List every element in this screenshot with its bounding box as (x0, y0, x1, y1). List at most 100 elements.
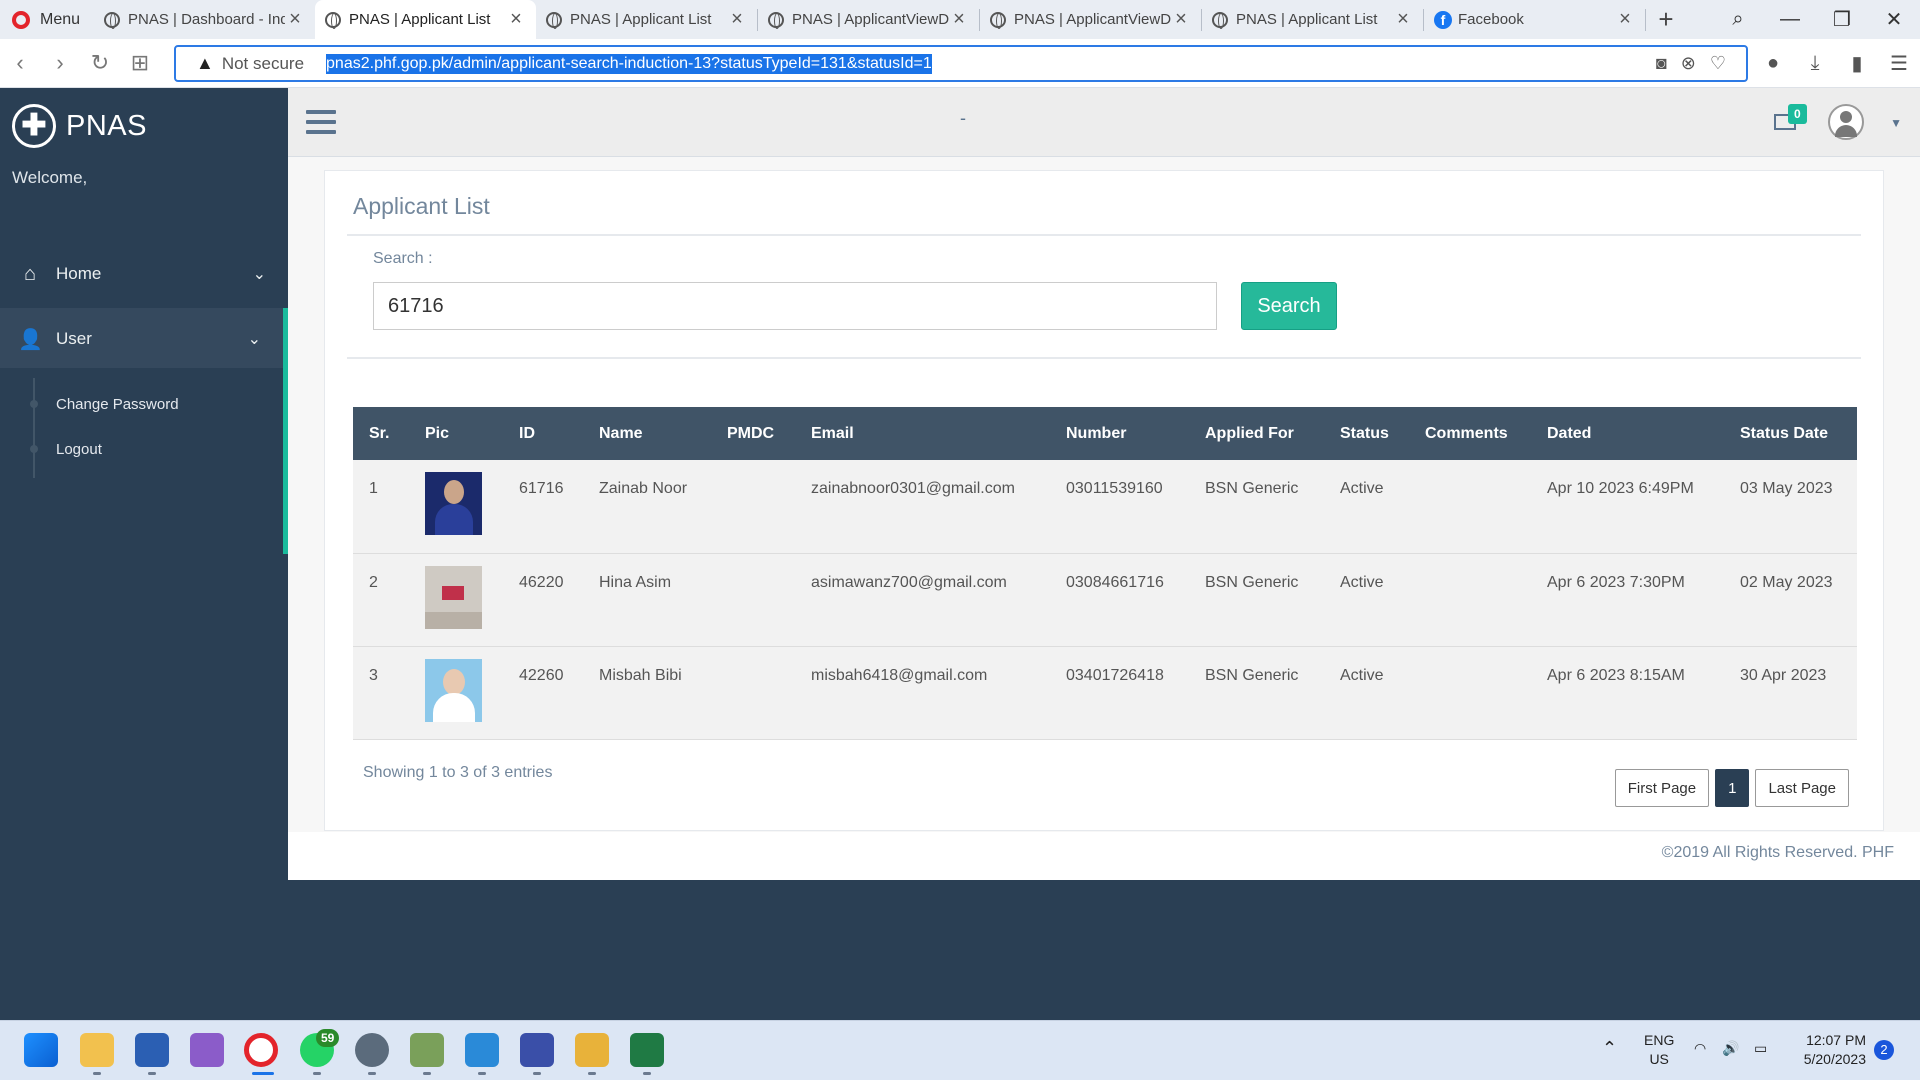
close-tab-icon[interactable]: × (506, 8, 526, 31)
notification-count-badge[interactable]: 2 (1874, 1040, 1894, 1060)
search-tabs-icon[interactable]: ⌕ (1712, 8, 1764, 31)
browser-tab[interactable]: PNAS | ApplicantViewD × (758, 0, 979, 39)
column-header-status-date[interactable]: Status Date (1724, 407, 1857, 460)
applicant-photo[interactable] (425, 565, 482, 629)
close-tab-icon[interactable]: × (285, 8, 305, 31)
brand[interactable]: ✚ PNAS (12, 104, 147, 148)
minimize-icon[interactable]: — (1764, 8, 1816, 31)
file-explorer-icon[interactable] (80, 1033, 114, 1067)
last-page-button[interactable]: Last Page (1755, 769, 1849, 807)
close-tab-icon[interactable]: × (727, 8, 747, 31)
volume-icon[interactable]: 🔊 (1722, 1039, 1739, 1058)
cell-status-date: 30 Apr 2023 (1724, 646, 1857, 740)
opera-taskbar-icon[interactable] (244, 1033, 278, 1067)
facebook-icon: f (1434, 10, 1452, 29)
column-header-status[interactable]: Status (1324, 407, 1409, 460)
cell-status-date: 02 May 2023 (1724, 553, 1857, 647)
profile-icon[interactable]: ● (1752, 52, 1794, 75)
applicant-photo[interactable] (425, 472, 482, 535)
speed-dial-icon[interactable]: ⊞ (120, 50, 160, 76)
search-input[interactable] (373, 282, 1217, 330)
cell-applied-for: BSN Generic (1189, 460, 1324, 554)
tab-title: PNAS | Dashboard - Ind (128, 11, 285, 28)
cell-sr: 2 (353, 553, 409, 647)
cell-pic (409, 460, 503, 554)
sidebar-item-home[interactable]: ⌂ Home ⌄ (0, 243, 288, 305)
back-icon[interactable]: ‹ (0, 50, 40, 76)
visual-studio-icon[interactable] (190, 1033, 224, 1067)
battery-saver-icon[interactable]: ▮ (1836, 51, 1878, 76)
first-page-button[interactable]: First Page (1614, 769, 1710, 807)
brand-name: PNAS (66, 109, 147, 142)
new-tab-button[interactable]: + (1646, 4, 1686, 35)
sidebar-item-user[interactable]: 👤 User ⌄ (0, 308, 288, 370)
browser-tab[interactable]: f Facebook × (1424, 0, 1645, 39)
language-indicator[interactable]: ENG US (1644, 1031, 1674, 1069)
column-header-id[interactable]: ID (503, 407, 583, 460)
wifi-icon[interactable]: ◠ (1694, 1039, 1706, 1058)
tools-app-icon[interactable] (575, 1033, 609, 1067)
url-text[interactable]: pnas2.phf.gop.pk/admin/applicant-search-… (326, 53, 932, 74)
sidebar-item-label: Home (56, 264, 102, 283)
cell-sr: 3 (353, 646, 409, 740)
close-window-icon[interactable]: ✕ (1868, 7, 1920, 32)
column-header-applied-for[interactable]: Applied For (1189, 407, 1324, 460)
sidebar-item-change-password[interactable]: Change Password (0, 384, 283, 424)
browser-tab[interactable]: PNAS | Applicant List × (536, 0, 757, 39)
column-header-dated[interactable]: Dated (1531, 407, 1724, 460)
windows-start-icon[interactable] (24, 1033, 58, 1067)
running-indicator (313, 1072, 321, 1075)
close-tab-icon[interactable]: × (1171, 8, 1191, 31)
column-header-sr[interactable]: Sr. (353, 407, 409, 460)
welcome-text: Welcome, (12, 168, 88, 187)
close-tab-icon[interactable]: × (949, 8, 969, 31)
settings-gear-icon[interactable] (355, 1033, 389, 1067)
sql-server-icon[interactable] (520, 1033, 554, 1067)
table-row[interactable]: 1 61716 Zainab Noor zainabnoor0301@gmail… (353, 460, 1857, 554)
running-indicator (93, 1072, 101, 1075)
camera-icon[interactable]: ◙ (1656, 53, 1667, 74)
toolbar-right-icons: ● ⤓ ▮ ☰ (1752, 39, 1920, 88)
browser-tab[interactable]: PNAS | Applicant List × (1202, 0, 1423, 39)
close-tab-icon[interactable]: × (1393, 8, 1413, 31)
avatar[interactable] (1828, 104, 1864, 140)
lang-bottom: US (1649, 1051, 1669, 1067)
mail-icon[interactable]: 0 (1774, 104, 1807, 130)
reload-icon[interactable]: ↻ (80, 50, 120, 76)
adblock-icon[interactable]: ⊗ (1681, 53, 1696, 74)
close-tab-icon[interactable]: × (1615, 8, 1635, 31)
page-number-button[interactable]: 1 (1715, 769, 1750, 807)
battery-icon[interactable]: ▭ (1754, 1039, 1767, 1058)
cell-name: Hina Asim (583, 553, 711, 647)
browser-tab[interactable]: PNAS | ApplicantViewD × (980, 0, 1201, 39)
image-editor-icon[interactable] (410, 1033, 444, 1067)
security-app-icon[interactable] (135, 1033, 169, 1067)
easy-setup-icon[interactable]: ☰ (1878, 51, 1920, 76)
search-button[interactable]: Search (1241, 282, 1337, 330)
menu-toggle-icon[interactable] (306, 110, 336, 134)
chevron-up-icon[interactable]: ⌃ (1602, 1039, 1617, 1058)
caret-down-icon[interactable]: ▼ (1890, 116, 1902, 130)
address-bar[interactable]: ▲ Not secure pnas2.phf.gop.pk/admin/appl… (174, 45, 1748, 82)
column-header-comments[interactable]: Comments (1409, 407, 1531, 460)
excel-icon[interactable] (630, 1033, 664, 1067)
heart-icon[interactable]: ♡ (1710, 53, 1726, 74)
column-header-pmdc[interactable]: PMDC (711, 407, 795, 460)
applicant-photo[interactable] (425, 658, 482, 722)
column-header-pic[interactable]: Pic (409, 407, 503, 460)
download-icon[interactable]: ⤓ (1794, 52, 1836, 75)
browser-tab[interactable]: PNAS | Dashboard - Ind × (94, 0, 315, 39)
restore-icon[interactable]: ❐ (1816, 7, 1868, 32)
table-row[interactable]: 3 42260 Misbah Bibi misbah6418@gmail.com… (353, 646, 1857, 740)
column-header-email[interactable]: Email (795, 407, 1050, 460)
remote-desktop-icon[interactable] (465, 1033, 499, 1067)
forward-icon[interactable]: › (40, 50, 80, 76)
sidebar-item-logout[interactable]: Logout (0, 429, 283, 469)
column-header-name[interactable]: Name (583, 407, 711, 460)
cell-id: 46220 (503, 553, 583, 647)
table-row[interactable]: 2 46220 Hina Asim asimawanz700@gmail.com… (353, 553, 1857, 647)
clock[interactable]: 12:07 PM 5/20/2023 (1796, 1031, 1866, 1069)
opera-menu-button[interactable]: Menu (0, 0, 94, 39)
column-header-number[interactable]: Number (1050, 407, 1189, 460)
browser-tab-active[interactable]: PNAS | Applicant List × (315, 0, 536, 39)
